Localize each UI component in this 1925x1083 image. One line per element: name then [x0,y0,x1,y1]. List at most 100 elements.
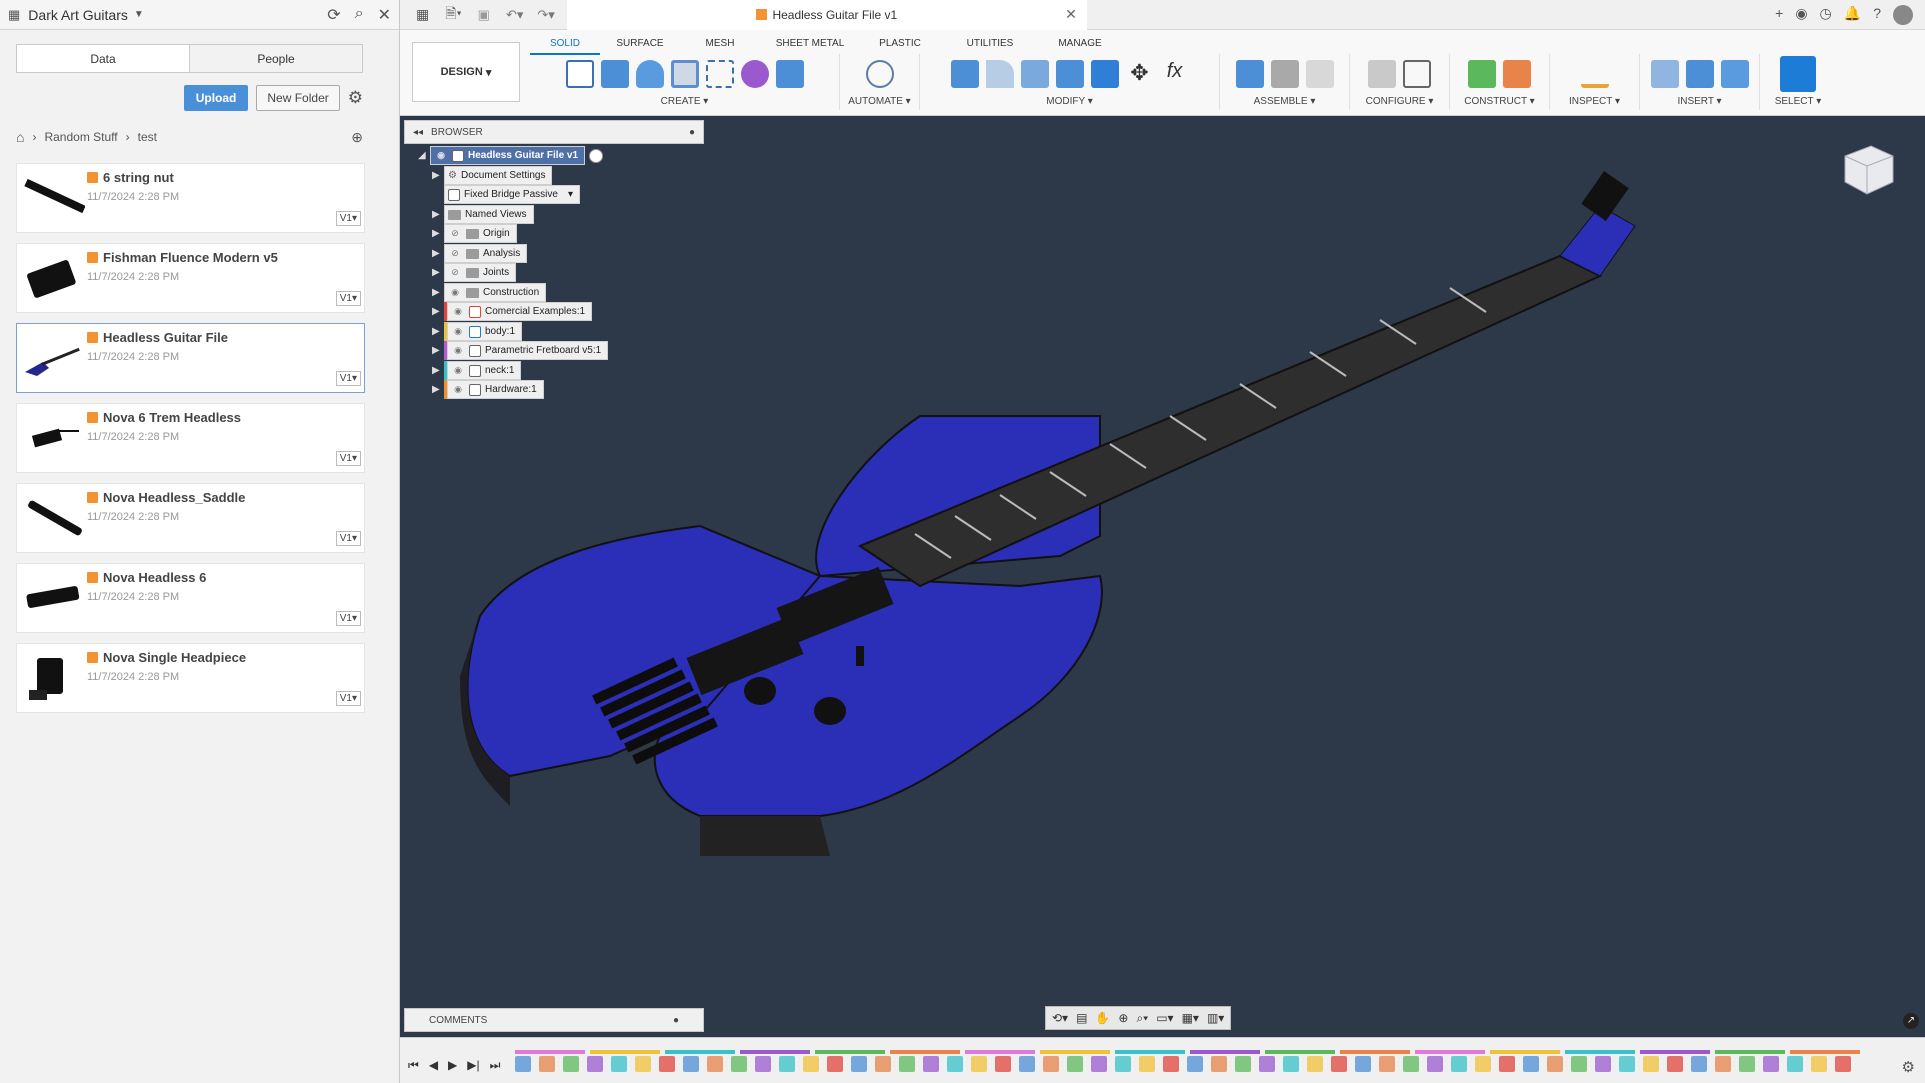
eye-icon[interactable]: ◉ [448,287,462,298]
press-pull-icon[interactable] [950,60,979,88]
timeline-feature-icon[interactable] [827,1056,843,1072]
pin-icon[interactable]: ● [673,1015,679,1026]
refresh-icon[interactable]: ⟳ [327,5,340,25]
tree-item[interactable]: ▶ ⚙ Document Settings [432,166,553,185]
new-folder-button[interactable]: New Folder [256,85,340,111]
timeline-feature-icon[interactable] [683,1056,699,1072]
timeline-feature-icon[interactable] [1787,1056,1803,1072]
comments-bar[interactable]: COMMENTS ● [404,1008,704,1032]
eye-hidden-icon[interactable]: ⊘ [448,248,462,259]
tab-manage[interactable]: MANAGE [1040,34,1120,55]
expand-icon[interactable]: ↗ [1903,1013,1919,1029]
apps-grid-icon[interactable]: ▦ [8,7,20,23]
timeline-feature-icon[interactable] [1571,1056,1587,1072]
timeline-feature-icon[interactable] [1139,1056,1155,1072]
tree-item[interactable]: ▶ Named Views [432,205,534,224]
close-icon[interactable]: ✕ [378,5,391,25]
timeline-feature-icon[interactable] [1643,1056,1659,1072]
combine-icon[interactable] [1090,60,1119,88]
timeline-feature-icon[interactable] [1715,1056,1731,1072]
timeline-feature-icon[interactable] [1259,1056,1275,1072]
timeline-feature-icon[interactable] [707,1056,723,1072]
as-built-joint-icon[interactable] [1305,60,1334,88]
eye-icon[interactable]: ◉ [451,326,465,337]
timeline-feature-icon[interactable] [851,1056,867,1072]
timeline-feature-icon[interactable] [1595,1056,1611,1072]
search-icon[interactable]: ⌕ [355,5,364,25]
collapse-icon[interactable]: ◂◂ [413,127,423,138]
expand-arrow-icon[interactable]: ▶ [432,345,444,356]
extrude-icon[interactable] [600,60,629,88]
fit-icon[interactable]: ⌕▾ [1136,1011,1148,1026]
tree-item[interactable]: ▶ ◉ Hardware:1 [432,380,544,399]
redo-icon[interactable]: ↷▾ [537,7,554,23]
home-icon[interactable]: ⌂ [16,129,24,145]
undo-icon[interactable]: ↶▾ [506,7,523,23]
avatar[interactable] [1893,4,1913,25]
tab-surface[interactable]: SURFACE [600,34,680,55]
expand-arrow-icon[interactable]: ▶ [432,209,444,220]
timeline-feature-icon[interactable] [1523,1056,1539,1072]
timeline-feature-icon[interactable] [1187,1056,1203,1072]
revolve-icon[interactable] [635,60,664,88]
expand-arrow-icon[interactable]: ▶ [432,365,444,376]
timeline-feature-icon[interactable] [1283,1056,1299,1072]
create-sketch-icon[interactable] [565,60,594,88]
file-card[interactable]: Nova 6 Trem Headless 11/7/2024 2:28 PM V1… [16,403,365,473]
file-menu-icon[interactable]: 🗎▾ [445,3,461,27]
look-at-icon[interactable]: ▤ [1076,1011,1087,1025]
timeline-feature-icon[interactable] [899,1056,915,1072]
timeline-feature-icon[interactable] [1475,1056,1491,1072]
timeline-feature-icon[interactable] [1115,1056,1131,1072]
tab-mesh[interactable]: MESH [680,34,760,55]
tree-item[interactable]: ▶ ◉ neck:1 [432,361,522,380]
timeline-feature-icon[interactable] [1667,1056,1683,1072]
file-card[interactable]: 6 string nut 11/7/2024 2:28 PM V1▾ [16,163,365,233]
group-label[interactable]: AUTOMATE ▾ [848,96,910,107]
timeline-feature-icon[interactable] [539,1056,555,1072]
select-icon[interactable] [1780,56,1816,92]
timeline-feature-icon[interactable] [1091,1056,1107,1072]
timeline-feature-icon[interactable] [755,1056,771,1072]
move-icon[interactable]: ✥ [1126,60,1154,88]
insert-mesh-icon[interactable] [1685,60,1714,88]
step-back-icon[interactable]: ◀ [429,1058,438,1073]
timeline-feature-icon[interactable] [995,1056,1011,1072]
eye-icon[interactable]: ◉ [451,345,465,356]
group-label[interactable]: INSPECT ▾ [1569,96,1620,107]
view-cube[interactable] [1833,136,1899,202]
tab-data[interactable]: Data [17,45,190,72]
project-title[interactable]: Dark Art Guitars [28,7,128,23]
workspace-switcher[interactable]: DESIGN ▾ [412,42,520,102]
timeline-settings-icon[interactable]: ⚙ [1902,1058,1915,1076]
step-forward-icon[interactable]: ▶| [467,1058,479,1073]
configuration-selector[interactable]: Fixed Bridge Passive ▾ [444,185,580,204]
play-icon[interactable]: ▶ [448,1058,457,1073]
timeline-feature-icon[interactable] [947,1056,963,1072]
gear-icon[interactable]: ⚙ [348,88,363,108]
activate-icon[interactable] [589,148,604,163]
timeline-feature-icon[interactable] [1451,1056,1467,1072]
timeline-feature-icon[interactable] [1403,1056,1419,1072]
timeline-feature-icon[interactable] [1355,1056,1371,1072]
timeline-feature-icon[interactable] [1307,1056,1323,1072]
file-card[interactable]: Nova Headless 6 11/7/2024 2:28 PM V1▾ [16,563,365,633]
expand-arrow-icon[interactable]: ▶ [432,287,444,298]
timeline-feature-icon[interactable] [971,1056,987,1072]
configuration-table-icon[interactable] [1403,60,1431,88]
collapse-arrow-icon[interactable]: ◢ [418,150,430,161]
timeline-feature-icon[interactable] [1499,1056,1515,1072]
tab-people[interactable]: People [190,45,362,72]
derive-icon[interactable] [775,60,804,88]
eye-icon[interactable]: ◉ [451,365,465,376]
timeline-feature-icon[interactable] [731,1056,747,1072]
group-label[interactable]: SELECT ▾ [1775,96,1822,107]
chamfer-icon[interactable] [1020,60,1049,88]
save-icon[interactable]: ▣ [478,7,490,23]
automate-icon[interactable] [865,60,894,88]
timeline-feature-icon[interactable] [1811,1056,1827,1072]
hole-icon[interactable] [670,60,699,88]
measure-icon[interactable] [1580,60,1609,88]
timeline-feature-icon[interactable] [563,1056,579,1072]
upload-button[interactable]: Upload [183,85,249,111]
